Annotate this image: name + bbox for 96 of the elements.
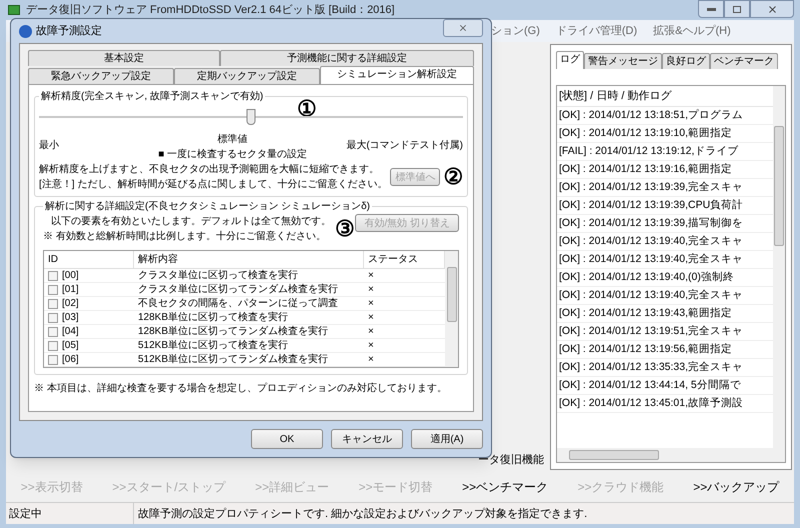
log-entry: [OK] : 2014/01/12 13:19:51,完全スキャ <box>557 323 773 341</box>
log-entry: [OK] : 2014/01/12 13:45:01,故障予測設 <box>557 395 773 413</box>
annotation-number: ③ <box>335 218 355 240</box>
table-cell-text: クラスタ単位に区切ってランダム検査を実行 <box>137 282 339 297</box>
column-header: [状態] / 日時 / 動作ログ <box>557 86 773 107</box>
checkbox[interactable] <box>48 298 58 308</box>
column-header: 解析内容 <box>134 251 364 268</box>
dialog-button[interactable]: キャンセル <box>331 429 403 449</box>
table-cell-text: [05] <box>62 339 79 353</box>
log-entry: [OK] : 2014/01/12 13:19:40,(0)強制終 <box>557 269 773 287</box>
detail-note: 以下の要素を有効といたします。デフォルトは全て無効です。 <box>50 214 331 229</box>
table-cell-text: × <box>367 297 375 311</box>
window-title: データ復旧ソフトウェア FromHDDtoSSD Ver2.1 64ビット版 [Build：2016] <box>26 3 395 17</box>
dialog-button[interactable]: OK <box>251 429 323 449</box>
tab[interactable]: ログ <box>556 51 584 69</box>
tab[interactable]: 基本設定 <box>28 50 220 66</box>
annotation-number: ① <box>297 98 317 120</box>
precision-note: 解析精度を上げますと、不良セクタの出現予測範囲を大幅に短縮できます。 <box>39 162 380 177</box>
nav-link[interactable]: >>ベンチマーク <box>462 478 548 496</box>
tab[interactable]: ベンチマーク <box>710 53 778 69</box>
feature-label: ータ復旧機能 <box>478 452 544 468</box>
dialog-title: 故障予測設定 <box>36 24 102 39</box>
log-entry: [OK] : 2014/01/12 13:19:43,範囲指定 <box>557 305 773 323</box>
slider-max-label: 最大(コマンドテスト付属) <box>346 138 463 153</box>
log-entry: [OK] : 2014/01/12 13:19:39,CPU負荷計 <box>557 197 773 215</box>
table-cell-text: × <box>367 339 375 353</box>
log-entry: [OK] : 2014/01/12 13:18:51,プログラム <box>557 107 773 125</box>
log-entry: [OK] : 2014/01/12 13:19:56,範囲指定 <box>557 341 773 359</box>
annotation-number: ② <box>443 166 464 188</box>
log-entry: [OK] : 2014/01/12 13:35:33,完全スキャ <box>557 359 773 377</box>
tab[interactable]: 定期バックアップ設定 <box>174 68 320 84</box>
log-entry: [OK] : 2014/01/12 13:19:10,範囲指定 <box>557 125 773 143</box>
group-label: 解析に関する詳細設定(不良セクタシミュレーション シミュレーションδ) <box>44 200 372 214</box>
log-entry: [OK] : 2014/01/12 13:19:40,完全スキャ <box>557 287 773 305</box>
tab[interactable]: 予測機能に関する詳細設定 <box>220 50 474 66</box>
slider-mid-label: 標準値 <box>218 132 248 147</box>
tab[interactable]: 警告メッセージ <box>584 53 662 69</box>
table-cell-text: 128KB単位に区切って検査を実行 <box>137 310 290 325</box>
column-header: ID <box>44 251 134 268</box>
tab[interactable]: シミュレーション解析設定 <box>320 66 474 84</box>
vertical-scrollbar[interactable] <box>773 86 785 448</box>
log-entry: [OK] : 2014/01/12 13:44:14, 5分間隔で <box>557 377 773 395</box>
tab[interactable]: 緊急バックアップ設定 <box>28 68 174 84</box>
table-cell-text: [02] <box>62 297 79 311</box>
dialog-button[interactable]: 適用(A) <box>411 429 483 449</box>
log-entry: [OK] : 2014/01/12 13:19:16,範囲指定 <box>557 161 773 179</box>
nav-link[interactable]: >>バックアップ <box>693 478 780 496</box>
table-cell-text: 512KB単位に区切って検査を実行 <box>137 338 290 353</box>
detail-warning: ※ 有効数と総解析時間は比例します。十分にご留意ください。 <box>43 230 327 244</box>
table-cell-text: × <box>367 325 375 339</box>
table-cell-text: [01] <box>62 283 79 297</box>
status-message: 故障予測の設定プロパティシートです. 細かな設定およびバックアップ対象を指定できます. <box>137 506 588 522</box>
minimize-button[interactable] <box>698 0 724 18</box>
checkbox[interactable] <box>48 270 58 280</box>
table-cell-text: [00] <box>62 269 79 283</box>
table-cell-text: × <box>367 311 375 325</box>
app-icon <box>8 5 20 15</box>
maximize-button[interactable] <box>724 0 750 18</box>
table-cell-text: 128KB単位に区切ってランダム検査を実行 <box>137 324 330 339</box>
status-state: 設定中 <box>6 503 134 524</box>
checkbox[interactable] <box>48 284 58 294</box>
menu-item[interactable]: ション(G) <box>491 22 540 40</box>
log-entry: [FAIL] : 2014/01/12 13:19:12,ドライブ <box>557 143 773 161</box>
precision-warning: [注意！] ただし、解析時間が延びる点に関しまして、十分にご留意ください。 <box>39 178 388 192</box>
tab[interactable]: 良好ログ <box>662 53 710 69</box>
log-entry: [OK] : 2014/01/12 13:19:40,完全スキャ <box>557 233 773 251</box>
checkbox[interactable] <box>48 312 58 322</box>
close-icon <box>766 4 778 14</box>
table-cell-text: クラスタ単位に区切って検査を実行 <box>137 268 299 283</box>
menu-item[interactable]: ドライバ管理(D) <box>556 22 638 40</box>
group-label: 解析精度(完全スキャン, 故障予測スキャンで有効) <box>40 90 264 104</box>
slider-min-label: 最小 <box>39 138 59 153</box>
checkbox[interactable] <box>48 354 58 364</box>
table-cell-text: 512KB単位に区切ってランダム検査を実行 <box>137 352 330 367</box>
slider-thumb[interactable] <box>246 109 256 125</box>
table-cell-text: × <box>367 353 375 367</box>
menu-item[interactable]: 拡張&ヘルプ(H) <box>653 22 731 40</box>
table-cell-text: [03] <box>62 311 79 325</box>
checkbox[interactable] <box>48 340 58 350</box>
table-cell-text: [04] <box>62 325 79 339</box>
sector-setting-label: ■ 一度に検査するセクタ量の設定 <box>158 148 308 162</box>
checkbox[interactable] <box>48 326 58 336</box>
close-button[interactable] <box>750 0 794 18</box>
vertical-scrollbar[interactable] <box>445 251 458 367</box>
table-cell-text: × <box>367 269 375 283</box>
table-cell-text: × <box>367 283 375 297</box>
close-icon <box>458 23 468 33</box>
table-cell-text: 不良セクタの間隔を、パターンに従って調査 <box>137 296 339 311</box>
close-button[interactable] <box>443 19 483 37</box>
log-entry: [OK] : 2014/01/12 13:19:39,描写制御を <box>557 215 773 233</box>
log-entry: [OK] : 2014/01/12 13:19:39,完全スキャ <box>557 179 773 197</box>
table-cell-text: [06] <box>62 353 79 367</box>
horizontal-scrollbar[interactable] <box>557 448 785 462</box>
footnote: ※ 本項目は、詳細な検査を要する場合を想定し、プロエディションのみ対応しております。 <box>34 382 448 396</box>
info-icon <box>19 24 32 38</box>
log-entry: [OK] : 2014/01/12 13:19:40,完全スキャ <box>557 251 773 269</box>
